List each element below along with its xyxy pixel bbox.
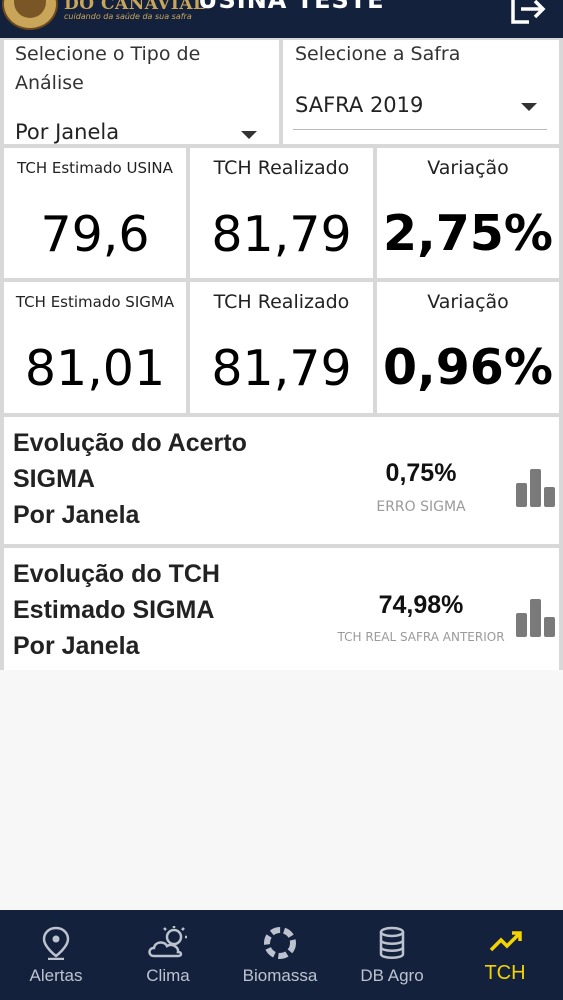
- nav-label: DB Agro: [360, 966, 424, 985]
- app-logo: [2, 0, 58, 30]
- metric-card-realized-1: TCH Realizado 81,79: [190, 148, 373, 278]
- nav-label: Biomassa: [242, 966, 318, 985]
- nav-item-clima[interactable]: Clima: [112, 910, 224, 1000]
- metric-title: TCH Realizado: [213, 291, 350, 313]
- nav-item-db-agro[interactable]: DB Agro: [336, 910, 448, 1000]
- error-sigma-caption: ERRO SIGMA: [376, 499, 466, 515]
- bottom-nav: Alertas Clima Biomassa DB Agro TCH: [0, 910, 563, 1000]
- tch-previous-season-caption: TCH REAL SAFRA ANTERIOR: [337, 630, 505, 644]
- metric-value: 2,75%: [383, 205, 553, 262]
- evolution-title-line1: Evolução do Acerto: [13, 429, 247, 457]
- empty-area: [0, 670, 563, 910]
- trending-up-icon: [489, 931, 522, 952]
- chevron-down-icon: [521, 103, 537, 111]
- metric-value: 81,01: [24, 340, 166, 397]
- weather-icon: [148, 926, 187, 958]
- logout-icon[interactable]: [507, 0, 547, 26]
- metric-card-estimated-sigma: TCH Estimado SIGMA 81,01: [4, 282, 186, 413]
- season-value: SAFRA 2019: [295, 93, 424, 117]
- metric-card-variation-1: Variação 2,75%: [377, 148, 559, 278]
- analysis-type-select[interactable]: Selecione o Tipo de Análise Por Janela: [4, 40, 279, 144]
- metric-value: 81,79: [211, 340, 352, 397]
- metric-card-variation-2: Variação 0,96%: [377, 282, 559, 413]
- nav-label: Clima: [146, 966, 190, 985]
- database-icon: [379, 926, 405, 959]
- season-select[interactable]: Selecione a Safra SAFRA 2019: [283, 40, 559, 144]
- evolution-title-line1: Evolução do TCH: [13, 560, 220, 588]
- analysis-type-label: Selecione o Tipo de Análise: [15, 43, 201, 94]
- season-label: Selecione a Safra: [295, 43, 461, 65]
- page-title: USINA TESTE: [198, 0, 385, 14]
- metric-card-realized-2: TCH Realizado 81,79: [190, 282, 373, 413]
- bar-chart-icon[interactable]: [514, 597, 558, 637]
- brand-tagline: cuidando da saúde da sua safra: [64, 12, 192, 21]
- metric-title: TCH Realizado: [213, 157, 350, 179]
- nav-label: TCH: [484, 962, 526, 984]
- evolution-title-line3: Por Janela: [13, 632, 140, 660]
- nav-item-biomassa[interactable]: Biomassa: [224, 910, 336, 1000]
- filters-panel: Selecione o Tipo de Análise Por Janela S…: [0, 38, 563, 146]
- metric-title: Variação: [427, 291, 509, 313]
- evolution-title-line2: SIGMA: [13, 465, 95, 493]
- chevron-down-icon: [241, 131, 257, 139]
- biomass-icon: [264, 927, 296, 959]
- app-header: DO CANAVIAL cuidando da saúde da sua saf…: [0, 0, 563, 38]
- bar-chart-icon[interactable]: [514, 467, 558, 507]
- tch-previous-season-value: 74,98%: [378, 591, 464, 619]
- evolution-estimated-card[interactable]: Evolução do TCH Estimado SIGMA Por Janel…: [4, 548, 559, 670]
- nav-label: Alertas: [29, 966, 83, 985]
- metric-value: 81,79: [211, 206, 352, 263]
- metric-value: 0,96%: [383, 339, 553, 396]
- metric-title: TCH Estimado SIGMA: [15, 293, 175, 311]
- map-pin-icon: [42, 926, 70, 960]
- metric-title: TCH Estimado USINA: [17, 159, 173, 177]
- error-sigma-value: 0,75%: [385, 459, 457, 487]
- nav-item-tch[interactable]: TCH: [449, 910, 561, 1000]
- metric-title: Variação: [427, 157, 509, 179]
- nav-item-alertas[interactable]: Alertas: [0, 910, 112, 1000]
- metric-card-estimated-usina: TCH Estimado USINA 79,6: [4, 148, 186, 278]
- analysis-type-value: Por Janela: [15, 120, 120, 144]
- evolution-accuracy-card[interactable]: Evolução do Acerto SIGMA Por Janela 0,75…: [4, 417, 559, 544]
- metric-value: 79,6: [40, 206, 150, 263]
- evolution-title-line3: Por Janela: [13, 501, 140, 529]
- evolution-title-line2: Estimado SIGMA: [13, 596, 215, 624]
